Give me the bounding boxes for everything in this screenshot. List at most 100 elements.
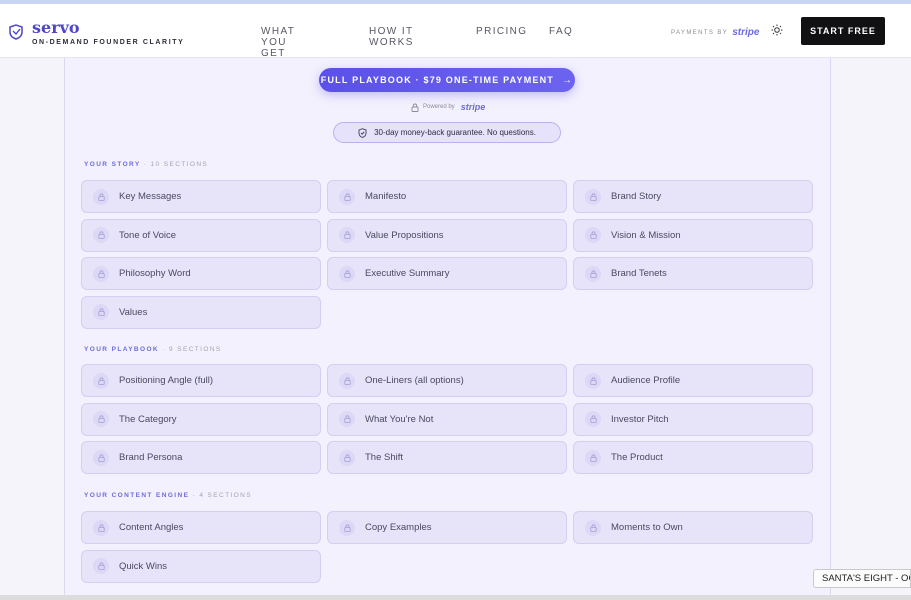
lock-icon [585, 227, 601, 243]
section-heading-your-content-engine: YOUR CONTENT ENGINE · 4 SECTIONS [84, 492, 252, 499]
section-heading-your-story: YOUR STORY · 10 SECTIONS [84, 161, 208, 168]
section-tile-label: Brand Tenets [611, 268, 667, 279]
guarantee-text: 30-day money-back guarantee. No question… [374, 128, 536, 137]
section-tile-label: Brand Story [611, 191, 662, 202]
section-tile-label: Copy Examples [365, 522, 432, 533]
bottom-taskbar-strip [0, 595, 911, 600]
section-tile-label: Vision & Mission [611, 229, 681, 241]
section-title: YOUR CONTENT ENGINE [84, 492, 190, 499]
shield-icon [358, 127, 367, 138]
locked-section-tile[interactable]: Audience Profile [573, 364, 813, 397]
brand-name: servo [32, 18, 80, 37]
lock-icon [411, 103, 419, 112]
pay-button-label: FULL PLAYBOOK · $79 ONE-TIME PAYMENT [320, 75, 555, 85]
lock-icon [585, 265, 601, 282]
lock-icon [339, 265, 355, 282]
locked-section-tile[interactable]: Brand Persona [81, 441, 321, 474]
locked-section-tile[interactable]: The Shift [327, 441, 567, 474]
lock-icon [339, 227, 355, 243]
lock-icon [93, 558, 109, 574]
locked-section-tile[interactable]: Key Messages [81, 180, 321, 213]
lock-icon [585, 519, 601, 536]
locked-section-tile[interactable]: One-Liners (all options) [327, 364, 567, 397]
locked-section-tile[interactable]: Vision & Mission [573, 218, 813, 252]
lock-icon [93, 265, 109, 282]
lock-icon [93, 227, 109, 243]
payments-by-stripe: PAYMENTS BY stripe [671, 27, 759, 38]
section-title: YOUR PLAYBOOK [84, 346, 160, 353]
section-tile-label: Manifesto [365, 191, 407, 202]
site-header: servo ON-DEMAND FOUNDER CLARITY WHAT YOU… [0, 4, 911, 59]
locked-section-tile[interactable]: Executive Summary [327, 257, 567, 290]
locked-section-tile[interactable]: Positioning Angle (full) [81, 364, 321, 397]
section-tile-label: Investor Pitch [611, 413, 669, 425]
lock-icon [339, 372, 355, 389]
section-tile-label: What You're Not [365, 413, 434, 425]
locked-section-tile[interactable]: Value Propositions [327, 218, 567, 252]
locked-section-tile[interactable]: Content Angles [81, 511, 321, 544]
section-count: · 4 SECTIONS [192, 492, 252, 499]
brand-tagline: ON-DEMAND FOUNDER CLARITY [32, 39, 185, 46]
pay-button[interactable]: FULL PLAYBOOK · $79 ONE-TIME PAYMENT → [319, 68, 575, 92]
lock-icon [339, 449, 355, 466]
section-title: YOUR STORY [84, 161, 141, 168]
section-tile-label: Audience Profile [611, 375, 681, 386]
section-tile-label: Moments to Own [611, 522, 683, 533]
section-tile-label: One-Liners (all options) [365, 375, 464, 386]
section-tile-label: Content Angles [119, 522, 184, 533]
start-free-button[interactable]: START FREE [801, 17, 885, 45]
locked-section-tile[interactable]: Brand Tenets [573, 257, 813, 290]
section-tile-label: Key Messages [119, 191, 182, 202]
lock-icon [339, 519, 355, 536]
lock-icon [93, 449, 109, 466]
lock-icon [339, 188, 355, 205]
lock-icon [93, 519, 109, 536]
nav-how-it-works[interactable]: HOW IT WORKS [369, 26, 414, 48]
brand[interactable]: servo ON-DEMAND FOUNDER CLARITY [8, 19, 184, 46]
section-count: · 10 SECTIONS [143, 161, 209, 168]
lock-icon [585, 188, 601, 205]
locked-section-tile[interactable]: Copy Examples [327, 511, 567, 544]
section-tile-label: Values [119, 306, 148, 318]
locked-section-tile[interactable]: Investor Pitch [573, 402, 813, 436]
nav-faq[interactable]: FAQ [549, 26, 573, 37]
logo-icon [9, 24, 23, 40]
locked-section-tile[interactable]: Brand Story [573, 180, 813, 213]
lock-icon [93, 188, 109, 205]
locked-section-tile[interactable]: Philosophy Word [81, 257, 321, 290]
section-tile-label: The Product [611, 452, 663, 463]
section-count: · 9 SECTIONS [162, 346, 222, 353]
stripe-logo: stripe [732, 27, 760, 38]
powered-by-stripe: Powered by stripe [411, 102, 485, 112]
section-heading-your-playbook: YOUR PLAYBOOK · 9 SECTIONS [84, 346, 222, 353]
payments-label: PAYMENTS BY [671, 29, 729, 36]
nav-pricing[interactable]: PRICING [476, 26, 527, 37]
lock-icon [93, 304, 109, 320]
locked-section-tile[interactable]: Moments to Own [573, 511, 813, 544]
sun-icon[interactable] [771, 24, 783, 36]
section-tile-label: Tone of Voice [119, 229, 177, 241]
locked-section-tile[interactable]: Tone of Voice [81, 218, 321, 252]
section-tile-label: Quick Wins [119, 560, 168, 572]
locked-section-tile[interactable]: What You're Not [327, 402, 567, 436]
locked-section-tile[interactable]: Values [81, 295, 321, 329]
notification-toast[interactable]: SANTA'S EIGHT - OC [813, 569, 911, 588]
lock-icon [585, 449, 601, 466]
locked-section-tile[interactable]: The Product [573, 441, 813, 474]
arrow-right-icon: → [562, 74, 574, 86]
stripe-logo-small: stripe [460, 102, 486, 112]
section-tile-label: Philosophy Word [119, 268, 191, 279]
section-tile-label: The Category [119, 413, 177, 425]
section-tile-label: Executive Summary [365, 268, 450, 279]
lock-icon [585, 372, 601, 389]
lock-icon [93, 411, 109, 427]
lock-icon [93, 372, 109, 389]
nav-what-you-get[interactable]: WHAT YOU GET [261, 26, 295, 59]
locked-section-tile[interactable]: The Category [81, 402, 321, 436]
locked-section-tile[interactable]: Manifesto [327, 180, 567, 213]
section-tile-label: Value Propositions [365, 229, 444, 241]
locked-section-tile[interactable]: Quick Wins [81, 549, 321, 583]
lock-icon [339, 411, 355, 427]
section-tile-label: The Shift [365, 452, 404, 463]
guarantee-badge: 30-day money-back guarantee. No question… [333, 122, 561, 143]
